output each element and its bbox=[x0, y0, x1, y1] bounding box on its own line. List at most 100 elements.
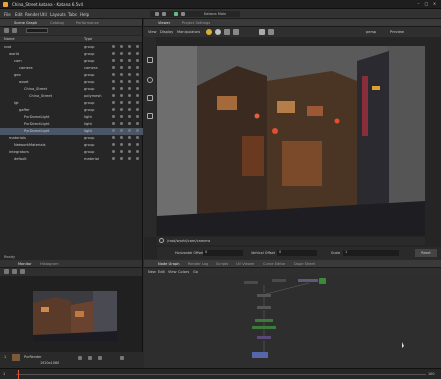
grid-icon[interactable] bbox=[224, 29, 230, 35]
select-tool-icon[interactable] bbox=[147, 57, 153, 63]
tree-row[interactable]: root group bbox=[0, 44, 143, 51]
timeline-playhead[interactable] bbox=[18, 370, 19, 379]
visibility-toggle-icon[interactable] bbox=[136, 108, 139, 111]
reset-button[interactable]: Reset bbox=[415, 249, 437, 257]
menu-layouts[interactable]: Layouts bbox=[50, 12, 66, 17]
visibility-toggle-icon[interactable] bbox=[128, 143, 131, 146]
tree-row[interactable]: lgt group bbox=[0, 100, 143, 107]
visibility-toggle-icon[interactable] bbox=[136, 136, 139, 139]
tree-row[interactable]: NetworkMaterials group bbox=[0, 142, 143, 149]
column-name[interactable]: Name bbox=[4, 37, 15, 41]
tree-row[interactable]: China_Street polymesh bbox=[0, 93, 143, 100]
visibility-toggle-icon[interactable] bbox=[128, 101, 131, 104]
visibility-toggle-icon[interactable] bbox=[136, 129, 139, 132]
tree-row[interactable]: China_Street group bbox=[0, 86, 143, 93]
menu-render[interactable]: Render bbox=[25, 12, 39, 17]
node-asset[interactable] bbox=[272, 279, 286, 282]
node-material[interactable] bbox=[257, 306, 271, 309]
visibility-toggle-icon[interactable] bbox=[112, 122, 115, 125]
visibility-toggle-icon[interactable] bbox=[128, 87, 131, 90]
render-button[interactable] bbox=[26, 28, 48, 33]
zoom-icon[interactable] bbox=[98, 356, 102, 360]
tree-row[interactable]: gaffer group bbox=[0, 107, 143, 114]
scale-field[interactable]: 1 bbox=[343, 250, 399, 256]
viewer-menu-view[interactable]: View bbox=[148, 30, 157, 34]
tree-row[interactable]: world group bbox=[0, 51, 143, 58]
monitor-image[interactable] bbox=[33, 291, 117, 341]
visibility-toggle-icon[interactable] bbox=[136, 73, 139, 76]
visibility-toggle-icon[interactable] bbox=[120, 129, 123, 132]
close-button[interactable]: × bbox=[432, 2, 437, 6]
node-gaffer[interactable] bbox=[298, 279, 318, 282]
render-icon[interactable] bbox=[174, 12, 178, 16]
visibility-toggle-icon[interactable] bbox=[128, 115, 131, 118]
node-highlighted[interactable] bbox=[319, 278, 326, 284]
sphere-icon[interactable] bbox=[215, 29, 221, 35]
visibility-toggle-icon[interactable] bbox=[112, 143, 115, 146]
stop-icon[interactable] bbox=[88, 356, 92, 360]
visibility-toggle-icon[interactable] bbox=[120, 66, 123, 69]
maximize-button[interactable]: □ bbox=[424, 2, 429, 6]
menu-edit[interactable]: Edit bbox=[15, 12, 23, 17]
tree-row[interactable]: integrators group bbox=[0, 149, 143, 156]
tree-row[interactable]: materials group bbox=[0, 135, 143, 142]
tree-row[interactable]: default material bbox=[0, 156, 143, 163]
tree-row[interactable]: geo group bbox=[0, 72, 143, 79]
menu-new[interactable]: New bbox=[148, 270, 156, 274]
preview-render-icon[interactable] bbox=[181, 12, 185, 16]
tab-curve-editor[interactable]: Curve Editor bbox=[263, 262, 285, 266]
visibility-toggle-icon[interactable] bbox=[120, 143, 123, 146]
layout-selector[interactable]: Katana Main bbox=[204, 12, 226, 16]
visibility-toggle-icon[interactable] bbox=[136, 52, 139, 55]
visibility-toggle-icon[interactable] bbox=[112, 59, 115, 62]
monitor-tool-icon[interactable] bbox=[4, 269, 9, 274]
settings-icon[interactable] bbox=[120, 356, 124, 360]
column-type[interactable]: Type bbox=[84, 37, 92, 41]
visibility-toggle-icon[interactable] bbox=[120, 87, 123, 90]
visibility-toggle-icon[interactable] bbox=[112, 45, 115, 48]
monitor-tool-icon[interactable] bbox=[12, 269, 17, 274]
tree-row[interactable]: cam group bbox=[0, 58, 143, 65]
tab-scripts[interactable]: Scripts bbox=[216, 262, 228, 266]
visibility-toggle-icon[interactable] bbox=[120, 136, 123, 139]
visibility-toggle-icon[interactable] bbox=[120, 157, 123, 160]
visibility-toggle-icon[interactable] bbox=[136, 87, 139, 90]
menu-util[interactable]: Util bbox=[40, 12, 47, 17]
scale-tool-icon[interactable] bbox=[147, 113, 153, 119]
swatch-icon[interactable] bbox=[12, 354, 20, 361]
visibility-toggle-icon[interactable] bbox=[112, 115, 115, 118]
visibility-toggle-icon[interactable] bbox=[112, 87, 115, 90]
visibility-toggle-icon[interactable] bbox=[128, 94, 131, 97]
visibility-toggle-icon[interactable] bbox=[112, 136, 115, 139]
menu-edit-ng[interactable]: Edit bbox=[158, 270, 165, 274]
tree-row[interactable]: PxrDomeLight light bbox=[0, 128, 143, 135]
horizontal-offset-field[interactable]: 0 bbox=[203, 250, 243, 256]
tab-node-graph[interactable]: Node Graph bbox=[158, 262, 180, 266]
timeline[interactable]: 1 100 bbox=[0, 368, 441, 379]
tree-row[interactable]: camera camera bbox=[0, 65, 143, 72]
lock-icon[interactable] bbox=[268, 29, 274, 35]
visibility-toggle-icon[interactable] bbox=[128, 150, 131, 153]
visibility-toggle-icon[interactable] bbox=[120, 115, 123, 118]
visibility-toggle-icon[interactable] bbox=[112, 101, 115, 104]
tab-catalog[interactable]: Catalog bbox=[50, 21, 64, 25]
visibility-toggle-icon[interactable] bbox=[136, 94, 139, 97]
visibility-toggle-icon[interactable] bbox=[112, 66, 115, 69]
tab-uv-viewer[interactable]: UV Viewer bbox=[236, 262, 254, 266]
visibility-toggle-icon[interactable] bbox=[120, 122, 123, 125]
viewer-menu-display[interactable]: Display bbox=[160, 30, 173, 34]
tab-histogram[interactable]: Histogram bbox=[40, 262, 59, 266]
menu-go[interactable]: Go bbox=[193, 270, 198, 274]
visibility-toggle-icon[interactable] bbox=[128, 108, 131, 111]
visibility-toggle-icon[interactable] bbox=[120, 45, 123, 48]
node-camera[interactable] bbox=[244, 281, 258, 284]
visibility-toggle-icon[interactable] bbox=[128, 73, 131, 76]
timeline-track[interactable] bbox=[16, 374, 426, 375]
visibility-toggle-icon[interactable] bbox=[120, 108, 123, 111]
tree-row[interactable]: asset group bbox=[0, 79, 143, 86]
menu-tabs[interactable]: Tabs bbox=[68, 12, 77, 17]
visibility-toggle-icon[interactable] bbox=[112, 73, 115, 76]
node-graph-canvas[interactable] bbox=[144, 276, 441, 368]
visibility-toggle-icon[interactable] bbox=[128, 59, 131, 62]
tab-render-log[interactable]: Render Log bbox=[188, 262, 208, 266]
